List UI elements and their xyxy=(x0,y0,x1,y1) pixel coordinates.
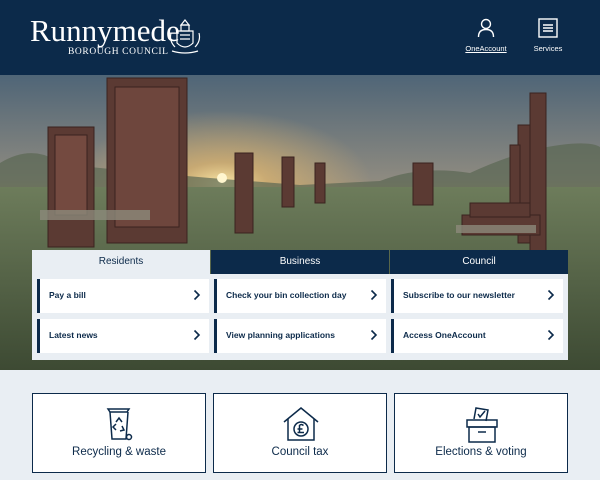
chevron-right-icon xyxy=(547,329,555,341)
service-label: Council tax xyxy=(271,446,329,458)
chevron-right-icon xyxy=(547,289,555,301)
user-icon xyxy=(477,18,495,38)
quick-links-panel: Pay a bill Check your bin collection day… xyxy=(32,274,568,360)
tab-residents[interactable]: Residents xyxy=(32,250,210,274)
house-pound-icon xyxy=(283,407,319,441)
logo-wordmark: Runnymede xyxy=(30,13,180,48)
logo-subtitle: BOROUGH COUNCIL xyxy=(68,47,169,57)
link-bin-collection[interactable]: Check your bin collection day xyxy=(214,279,386,313)
link-label: Pay a bill xyxy=(49,290,86,300)
service-card-elections[interactable]: Elections & voting xyxy=(394,393,568,473)
link-label: Subscribe to our newsletter xyxy=(403,290,515,300)
oneaccount-button[interactable]: OneAccount xyxy=(456,18,516,58)
link-planning-applications[interactable]: View planning applications xyxy=(214,319,386,353)
link-label: Access OneAccount xyxy=(403,330,486,340)
tab-council[interactable]: Council xyxy=(390,250,568,274)
crest-icon xyxy=(169,19,201,54)
link-label: Check your bin collection day xyxy=(226,290,347,300)
chevron-right-icon xyxy=(370,289,378,301)
link-label: Latest news xyxy=(49,330,98,340)
runnymede-logo[interactable]: Runnymede BOROUGH COUNCIL xyxy=(30,14,205,60)
site-header: Runnymede BOROUGH COUNCIL OneAccount Ser… xyxy=(0,0,600,75)
service-card-recycling[interactable]: Recycling & waste xyxy=(32,393,206,473)
audience-tabs: Residents Business Council xyxy=(32,250,568,274)
link-access-oneaccount[interactable]: Access OneAccount xyxy=(391,319,563,353)
link-pay-a-bill[interactable]: Pay a bill xyxy=(37,279,209,313)
link-newsletter[interactable]: Subscribe to our newsletter xyxy=(391,279,563,313)
service-label: Recycling & waste xyxy=(72,446,166,458)
link-latest-news[interactable]: Latest news xyxy=(37,319,209,353)
link-label: View planning applications xyxy=(226,330,335,340)
services-label: Services xyxy=(533,44,563,53)
ballot-box-icon xyxy=(466,407,498,443)
recycling-bin-icon xyxy=(106,408,133,441)
chevron-right-icon xyxy=(193,289,201,301)
tab-business[interactable]: Business xyxy=(211,250,389,274)
services-menu-button[interactable]: Services xyxy=(518,18,578,58)
oneaccount-label: OneAccount xyxy=(465,44,507,53)
menu-icon xyxy=(538,18,558,38)
chevron-right-icon xyxy=(193,329,201,341)
chevron-right-icon xyxy=(370,329,378,341)
service-label: Elections & voting xyxy=(435,446,527,458)
service-card-council-tax[interactable]: Council tax xyxy=(213,393,387,473)
